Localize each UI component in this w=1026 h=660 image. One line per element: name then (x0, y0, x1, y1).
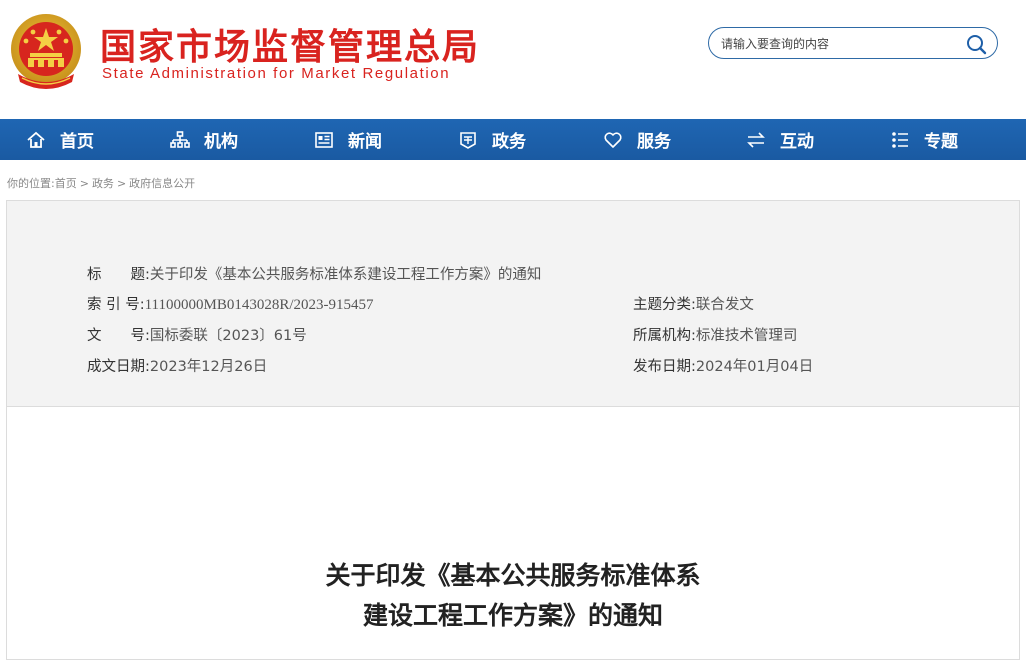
meta-docno-label: 文 号: (87, 328, 150, 344)
document-title-line-2: 建设工程工作方案》的通知 (362, 601, 663, 630)
meta-index-value: 11100000MB0143028R/2023-915457 (144, 297, 374, 313)
breadcrumb-prefix: 你的位置: (7, 177, 55, 190)
site-title: 国家市场监督管理总局 (100, 27, 481, 68)
meta-category-row: 主题分类:联合发文 (633, 293, 754, 314)
nav-item-label: 首页 (60, 132, 94, 152)
breadcrumb-info-disclosure-link[interactable]: 政府信息公开 (129, 177, 195, 190)
exchange-icon (747, 131, 765, 148)
nav-item-label: 机构 (204, 132, 238, 152)
meta-title-value: 关于印发《基本公共服务标准体系建设工程工作方案》的通知 (149, 267, 542, 283)
meta-org-row: 所属机构:标准技术管理司 (633, 324, 797, 345)
meta-published-row: 发布日期:2024年01月04日 (633, 355, 813, 376)
national-emblem-icon[interactable] (8, 12, 84, 92)
site-subtitle: State Administration for Market Regulati… (102, 65, 451, 82)
breadcrumb-home-link[interactable]: 首页 (55, 177, 77, 190)
search-input[interactable] (719, 32, 963, 56)
breadcrumb: 你的位置:首页 > 政务 > 政府信息公开 (7, 175, 195, 191)
meta-created-value: 2023年12月26日 (149, 359, 268, 375)
meta-org-label: 所属机构: (633, 328, 696, 344)
document-title: 关于印发《基本公共服务标准体系 建设工程工作方案》的通知 (7, 556, 1019, 636)
meta-index-row: 索 引 号:11100000MB0143028R/2023-915457 (87, 293, 374, 314)
main-nav: 首页 机构 新闻 政务 服务 互动 专题 (0, 119, 1026, 160)
meta-category-value: 联合发文 (695, 297, 754, 313)
nav-item-interaction[interactable]: 互动 (746, 119, 814, 160)
article-container: 标 题:关于印发《基本公共服务标准体系建设工程工作方案》的通知 索 引 号:11… (6, 200, 1020, 660)
organization-icon (170, 130, 190, 148)
news-icon (315, 131, 333, 148)
document-title-line-1: 关于印发《基本公共服务标准体系 (325, 561, 701, 590)
meta-docno-value: 国标委联〔2023〕61号 (149, 328, 307, 344)
meta-index-label: 索 引 号: (87, 297, 145, 313)
nav-item-service[interactable]: 服务 (603, 119, 671, 160)
nav-item-label: 专题 (924, 132, 958, 152)
meta-published-value: 2024年01月04日 (695, 359, 814, 375)
nav-item-news[interactable]: 新闻 (314, 119, 382, 160)
meta-org-value: 标准技术管理司 (695, 328, 798, 344)
nav-item-topics[interactable]: 专题 (890, 119, 958, 160)
topics-icon (892, 131, 908, 148)
nav-item-label: 政务 (492, 132, 526, 152)
breadcrumb-government-link[interactable]: 政务 (92, 177, 114, 190)
meta-title-row: 标 题:关于印发《基本公共服务标准体系建设工程工作方案》的通知 (87, 263, 541, 284)
nav-item-label: 新闻 (348, 132, 382, 152)
meta-published-label: 发布日期: (633, 359, 696, 375)
meta-docno-row: 文 号:国标委联〔2023〕61号 (87, 324, 307, 345)
heart-icon (604, 131, 622, 148)
nav-item-label: 互动 (780, 132, 814, 152)
meta-created-row: 成文日期:2023年12月26日 (87, 355, 267, 376)
site-header: 国家市场监督管理总局 State Administration for Mark… (0, 0, 1026, 119)
document-metadata-panel: 标 题:关于印发《基本公共服务标准体系建设工程工作方案》的通知 索 引 号:11… (7, 201, 1019, 407)
nav-item-label: 服务 (637, 132, 671, 152)
meta-title-label: 标 题: (87, 267, 150, 283)
breadcrumb-separator: > (116, 177, 127, 190)
government-icon (460, 131, 476, 149)
nav-item-government[interactable]: 政务 (458, 119, 526, 160)
nav-item-home[interactable]: 首页 (26, 119, 94, 160)
meta-category-label: 主题分类: (633, 297, 696, 313)
search-box (708, 27, 998, 59)
nav-item-organization[interactable]: 机构 (170, 119, 238, 160)
meta-created-label: 成文日期: (87, 359, 150, 375)
breadcrumb-separator: > (79, 177, 89, 190)
home-icon (27, 131, 45, 148)
search-icon[interactable] (965, 33, 987, 55)
